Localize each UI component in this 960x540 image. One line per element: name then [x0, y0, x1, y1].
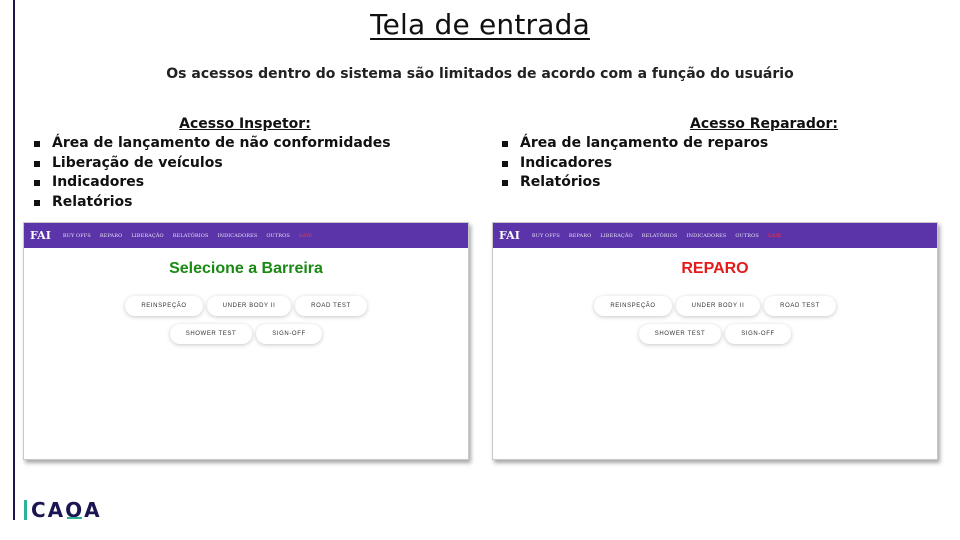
nav-item-liberacao[interactable]: LIBERAÇÃO	[131, 233, 163, 239]
shower-test-button[interactable]: SHOWER TEST	[170, 324, 252, 344]
nav-item-outros[interactable]: OUTROS	[735, 233, 759, 239]
nav-item-indicadores[interactable]: INDICADORES	[687, 233, 727, 239]
app-brand[interactable]: FAI	[30, 229, 51, 242]
logo-text-end: A	[84, 498, 102, 522]
nav-item-outros[interactable]: OUTROS	[266, 233, 290, 239]
logo-text: CA	[31, 498, 66, 522]
barrier-button-row: SHOWER TEST SIGN-OFF	[24, 324, 468, 344]
nav-item-reparo[interactable]: REPARO	[569, 233, 591, 239]
barrier-button-row: REINSPEÇÃO UNDER BODY II ROAD TEST	[493, 296, 937, 316]
screen-title: Selecione a Barreira	[169, 260, 323, 277]
road-test-button[interactable]: ROAD TEST	[764, 296, 836, 316]
list-item: Liberação de veículos	[32, 154, 462, 174]
screen-title: REPARO	[681, 260, 749, 277]
bullet-icon	[34, 141, 40, 147]
slide-subtitle: Os acessos dentro do sistema são limitad…	[166, 66, 794, 82]
bullet-icon	[34, 180, 40, 186]
list-item: Indicadores	[500, 154, 930, 174]
list-item: Relatórios	[32, 193, 462, 213]
nav-item-buy-offs[interactable]: BUY OFFS	[63, 233, 91, 239]
nav-item-buy-offs[interactable]: BUY OFFS	[532, 233, 560, 239]
list-item: Relatórios	[500, 173, 930, 193]
nav-item-relatorios[interactable]: RELATÓRIOS	[642, 233, 678, 239]
logo-text-accent: O	[65, 498, 85, 522]
under-body-ii-button[interactable]: UNDER BODY II	[207, 296, 291, 316]
shower-test-button[interactable]: SHOWER TEST	[639, 324, 721, 344]
nav-item-indicadores[interactable]: INDICADORES	[218, 233, 258, 239]
barrier-button-row: SHOWER TEST SIGN-OFF	[493, 324, 937, 344]
repairer-access-list: Área de lançamento de reparos Indicadore…	[500, 134, 930, 193]
nav-item-liberacao[interactable]: LIBERAÇÃO	[600, 233, 632, 239]
bullet-icon	[502, 141, 508, 147]
list-item: Área de lançamento de não conformidades	[32, 134, 462, 154]
inspector-screen-mockup: FAI BUY OFFS REPARO LIBERAÇÃO RELATÓRIOS…	[23, 222, 469, 460]
reinspecao-button[interactable]: REINSPEÇÃO	[125, 296, 203, 316]
bullet-icon	[502, 180, 508, 186]
reinspecao-button[interactable]: REINSPEÇÃO	[594, 296, 672, 316]
inspector-access-list: Área de lançamento de não conformidades …	[32, 134, 462, 212]
repairer-screen-mockup: FAI BUY OFFS REPARO LIBERAÇÃO RELATÓRIOS…	[492, 222, 938, 460]
bullet-icon	[34, 160, 40, 167]
inspector-access-heading: Acesso Inspetor:	[179, 116, 311, 132]
caoa-logo: CA O A	[24, 498, 102, 522]
list-item: Área de lançamento de reparos	[500, 134, 930, 154]
repairer-access-heading: Acesso Reparador:	[689, 116, 839, 132]
under-body-ii-button[interactable]: UNDER BODY II	[676, 296, 760, 316]
road-test-button[interactable]: ROAD TEST	[295, 296, 367, 316]
sign-off-button[interactable]: SIGN-OFF	[256, 324, 322, 344]
app-navbar: FAI BUY OFFS REPARO LIBERAÇÃO RELATÓRIOS…	[493, 223, 937, 248]
nav-item-reparo[interactable]: REPARO	[100, 233, 122, 239]
app-brand[interactable]: FAI	[499, 229, 520, 242]
barrier-button-row: REINSPEÇÃO UNDER BODY II ROAD TEST	[24, 296, 468, 316]
bullet-icon	[502, 160, 508, 167]
logo-bar-icon	[24, 500, 27, 520]
repairer-access-section: Acesso Reparador: Área de lançamento de …	[500, 116, 930, 193]
inspector-access-section: Acesso Inspetor: Área de lançamento de n…	[32, 116, 462, 212]
sign-off-button[interactable]: SIGN-OFF	[725, 324, 791, 344]
nav-item-sair[interactable]: SAIR	[299, 233, 312, 239]
bullet-icon	[34, 199, 40, 206]
slide-title: Tela de entrada	[370, 8, 590, 41]
nav-item-relatorios[interactable]: RELATÓRIOS	[173, 233, 209, 239]
list-item: Indicadores	[32, 173, 462, 193]
app-navbar: FAI BUY OFFS REPARO LIBERAÇÃO RELATÓRIOS…	[24, 223, 468, 248]
nav-item-sair[interactable]: SAIR	[768, 233, 781, 239]
